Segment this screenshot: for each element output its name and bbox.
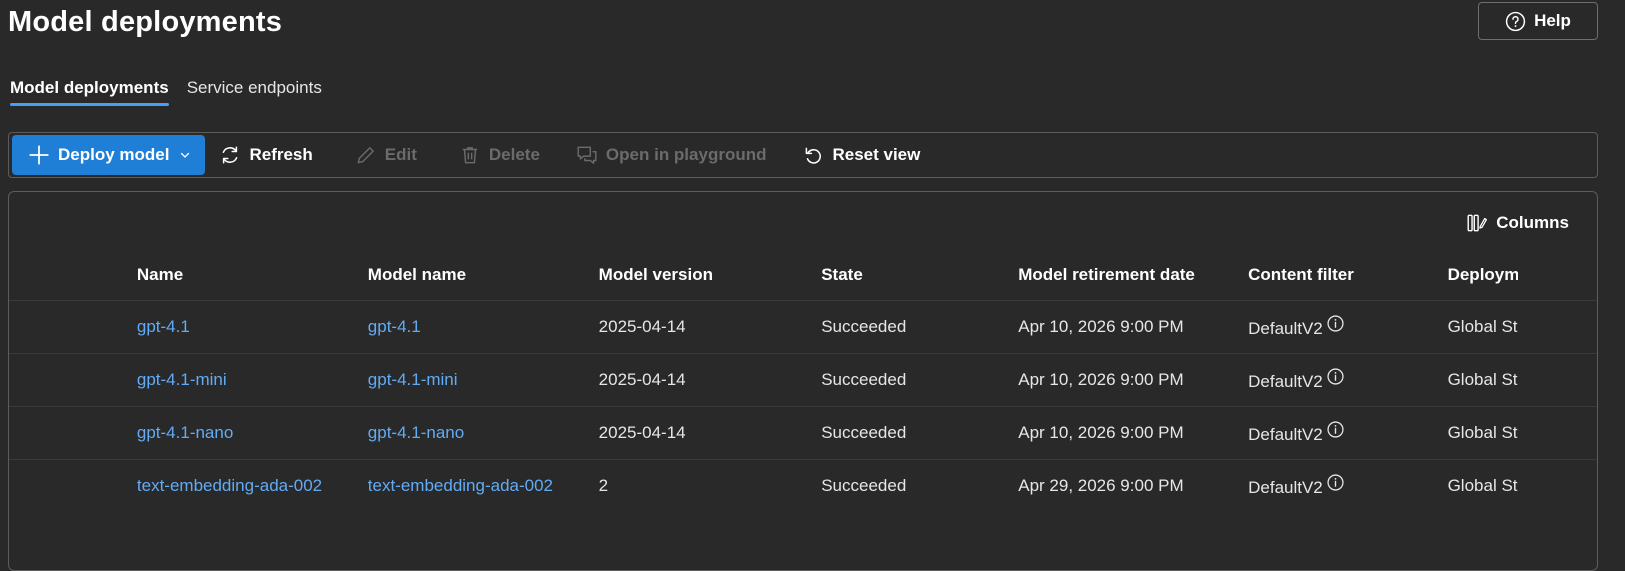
help-label: Help: [1534, 11, 1571, 30]
info-icon[interactable]: [1327, 315, 1344, 332]
content-filter-value: DefaultV2: [1248, 372, 1323, 391]
edit-button[interactable]: Edit: [341, 133, 431, 177]
model-version-cell: 2025-04-14: [598, 300, 822, 354]
deployment-name-link[interactable]: gpt-4.1-nano: [136, 406, 368, 460]
retirement-date-cell: Apr 29, 2026 9:00 PM: [1018, 459, 1249, 512]
refresh-label: Refresh: [249, 145, 313, 164]
model-name-link[interactable]: gpt-4.1-mini: [367, 353, 599, 407]
row-select-cell[interactable]: [9, 406, 137, 460]
edit-label: Edit: [384, 145, 417, 164]
tab-list: Model deployments Service endpoints: [10, 78, 322, 106]
state-cell: Succeeded: [821, 353, 1019, 407]
content-filter-value: DefaultV2: [1248, 319, 1323, 338]
refresh-icon: [223, 146, 238, 164]
deploy-model-label: Deploy model: [58, 145, 170, 164]
column-header-state[interactable]: State: [821, 250, 1018, 301]
delete-label: Delete: [488, 145, 540, 164]
model-name-link[interactable]: text-embedding-ada-002: [367, 459, 599, 512]
deploy-model-button[interactable]: Deploy model: [12, 135, 206, 175]
content-filter-cell: DefaultV2: [1248, 459, 1448, 512]
command-bar: Deploy model Refresh Edit Delete Open in…: [8, 132, 1598, 178]
column-header-deployment-type[interactable]: Deploym: [1448, 250, 1597, 301]
trash-icon: [462, 147, 478, 164]
page-title: Model deployments: [8, 6, 283, 38]
deployment-name-link[interactable]: text-embedding-ada-002: [136, 459, 368, 512]
tab-service-endpoints[interactable]: Service endpoints: [187, 78, 322, 106]
model-version-cell: 2: [598, 459, 822, 512]
deployment-name-link[interactable]: gpt-4.1-mini: [136, 353, 368, 407]
tab-model-deployments[interactable]: Model deployments: [10, 78, 169, 106]
columns-button[interactable]: Columns: [1466, 212, 1569, 234]
retirement-date-cell: Apr 10, 2026 9:00 PM: [1018, 353, 1249, 407]
table-header-row: Name Model name Model version State Mode…: [9, 250, 1597, 301]
retirement-date-cell: Apr 10, 2026 9:00 PM: [1018, 300, 1249, 354]
content-filter-cell: DefaultV2: [1248, 300, 1448, 354]
refresh-button[interactable]: Refresh: [205, 133, 326, 177]
table-row[interactable]: gpt-4.1-nano gpt-4.1-nano 2025-04-14 Suc…: [9, 406, 1597, 460]
info-icon[interactable]: [1327, 474, 1344, 491]
column-header-model-name[interactable]: Model name: [368, 250, 599, 301]
columns-icon: [1467, 214, 1488, 232]
delete-button[interactable]: Delete: [445, 133, 554, 177]
columns-label: Columns: [1496, 213, 1569, 232]
chat-bubbles-icon: [577, 146, 597, 164]
chevron-down-icon: [181, 152, 190, 158]
column-header-name[interactable]: Name: [137, 250, 368, 301]
model-name-link[interactable]: gpt-4.1: [367, 300, 599, 354]
column-header-retirement-date[interactable]: Model retirement date: [1018, 250, 1248, 301]
undo-icon: [806, 147, 822, 164]
select-column-header: [9, 250, 137, 301]
row-select-cell[interactable]: [9, 300, 137, 354]
deployments-grid: Columns Name Model name Model version St…: [8, 191, 1598, 571]
column-header-content-filter[interactable]: Content filter: [1248, 250, 1447, 301]
model-version-cell: 2025-04-14: [598, 353, 822, 407]
plus-icon: [29, 145, 49, 165]
table-row[interactable]: gpt-4.1 gpt-4.1 2025-04-14 Succeeded Apr…: [9, 300, 1597, 354]
retirement-date-cell: Apr 10, 2026 9:00 PM: [1018, 406, 1249, 460]
open-in-playground-button[interactable]: Open in playground: [562, 133, 781, 177]
pencil-icon: [357, 147, 374, 164]
row-select-cell[interactable]: [9, 353, 137, 407]
content-filter-value: DefaultV2: [1248, 425, 1323, 444]
deployment-type-cell: Global St: [1447, 300, 1597, 354]
deployment-type-cell: Global St: [1447, 353, 1597, 407]
deployment-name-link[interactable]: gpt-4.1: [136, 300, 368, 354]
state-cell: Succeeded: [821, 459, 1019, 512]
model-version-cell: 2025-04-14: [598, 406, 822, 460]
reset-view-button[interactable]: Reset view: [788, 133, 934, 177]
state-cell: Succeeded: [821, 300, 1019, 354]
content-filter-cell: DefaultV2: [1248, 353, 1448, 407]
deployments-table: Name Model name Model version State Mode…: [9, 250, 1597, 512]
row-select-cell[interactable]: [9, 459, 137, 512]
column-header-model-version[interactable]: Model version: [599, 250, 822, 301]
open-in-playground-label: Open in playground: [605, 145, 767, 164]
table-row[interactable]: gpt-4.1-mini gpt-4.1-mini 2025-04-14 Suc…: [9, 353, 1597, 407]
info-icon[interactable]: [1327, 421, 1344, 438]
content-filter-cell: DefaultV2: [1248, 406, 1448, 460]
deployment-type-cell: Global St: [1447, 459, 1597, 512]
state-cell: Succeeded: [821, 406, 1019, 460]
model-name-link[interactable]: gpt-4.1-nano: [367, 406, 599, 460]
question-circle-icon: [1505, 11, 1526, 31]
help-button[interactable]: Help: [1478, 2, 1598, 40]
reset-view-label: Reset view: [832, 145, 921, 164]
deployment-type-cell: Global St: [1447, 406, 1597, 460]
info-icon[interactable]: [1327, 368, 1344, 385]
content-filter-value: DefaultV2: [1248, 478, 1323, 497]
table-row[interactable]: text-embedding-ada-002 text-embedding-ad…: [9, 459, 1597, 512]
